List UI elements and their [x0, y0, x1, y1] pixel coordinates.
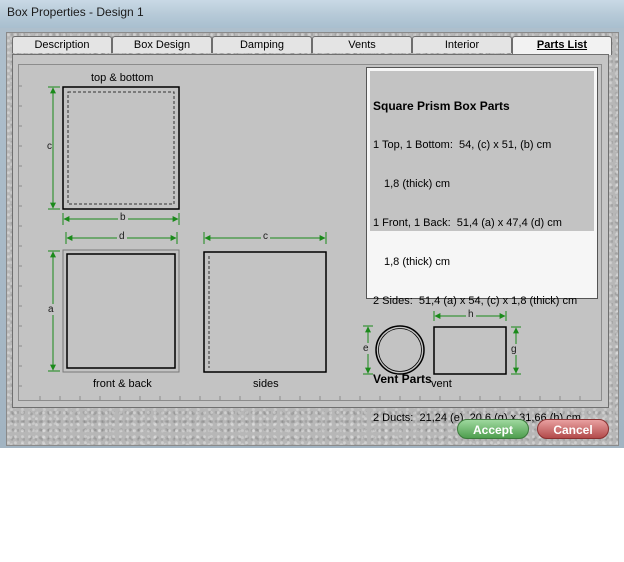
top-bottom-label: top & bottom — [91, 72, 154, 84]
dim-label-d: d — [117, 231, 127, 242]
parts-line-front-back: 1 Front, 1 Back: 51,4 (a) x 47,4 (d) cm — [373, 217, 562, 229]
parts-spacer — [373, 334, 581, 347]
parts-list-box[interactable]: Square Prism Box Parts 1 Top, 1 Bottom: … — [366, 67, 598, 424]
accept-button[interactable]: Accept — [457, 419, 529, 439]
dim-label-e: e — [363, 343, 369, 354]
front-back-panel-shape — [62, 249, 180, 373]
parts-line-front-back-thick: 1,8 (thick) cm — [384, 256, 451, 268]
sides-panel-shape — [203, 251, 327, 373]
parts-line-sides: 2 Sides: 51,4 (a) x 54, (c) x 1,8 (thick… — [373, 295, 578, 307]
dim-label-a: a — [48, 304, 54, 315]
parts-list-content: Square Prism Box Parts 1 Top, 1 Bottom: … — [370, 71, 594, 424]
dim-label-c-top: c — [261, 231, 270, 242]
parts-line-top-bottom: 1 Top, 1 Bottom: 54, (c) x 51, (b) cm — [373, 139, 552, 151]
top-bottom-panel-shape — [62, 86, 180, 210]
dim-label-b: b — [118, 212, 128, 223]
sides-label: sides — [253, 378, 279, 390]
parts-heading-vent: Vent Parts — [373, 372, 432, 386]
ruler-ticks-left — [18, 85, 22, 387]
box-properties-window: Box Properties - Design 1 Description Bo… — [0, 0, 624, 448]
dim-label-c-left: c — [47, 141, 52, 152]
cancel-button[interactable]: Cancel — [537, 419, 609, 439]
parts-line-top-bottom-thick: 1,8 (thick) cm — [384, 178, 451, 190]
front-back-label: front & back — [93, 378, 152, 390]
parts-heading-box: Square Prism Box Parts — [373, 99, 510, 113]
parts-list-text: Square Prism Box Parts 1 Top, 1 Bottom: … — [373, 74, 581, 451]
